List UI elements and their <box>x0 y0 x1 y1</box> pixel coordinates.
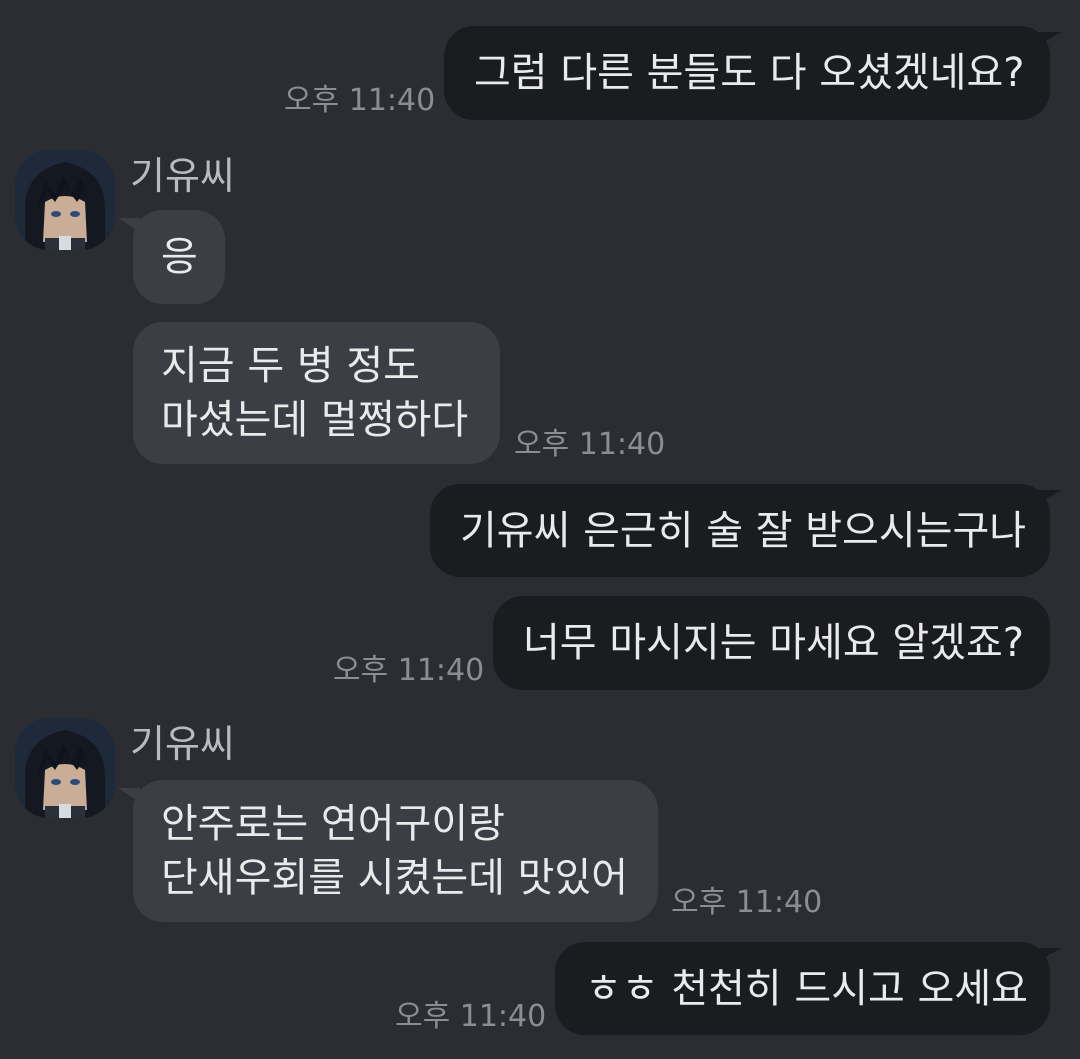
contact-avatar[interactable] <box>15 150 115 250</box>
incoming-message-bubble[interactable]: 지금 두 병 정도 마셨는데 멀쩡하다 <box>133 322 500 464</box>
avatar-portrait-icon <box>15 150 115 250</box>
message-timestamp: 오후 11:40 <box>514 427 666 462</box>
outgoing-message-bubble[interactable]: 기유씨 은근히 술 잘 받으시는구나 <box>430 484 1050 577</box>
outgoing-message-bubble[interactable]: 너무 마시지는 마세요 알겠죠? <box>493 596 1050 690</box>
sender-name: 기유씨 <box>130 722 235 766</box>
bubble-tail <box>1036 948 1062 962</box>
contact-avatar[interactable] <box>15 718 115 818</box>
bubble-tail <box>118 788 140 802</box>
bubble-tail <box>118 218 140 232</box>
incoming-message-bubble[interactable]: 응 <box>133 210 225 304</box>
bubble-tail <box>1036 32 1062 46</box>
sender-name: 기유씨 <box>130 154 235 198</box>
outgoing-message-bubble[interactable]: ㅎㅎ 천천히 드시고 오세요 <box>555 942 1050 1035</box>
incoming-message-bubble[interactable]: 안주로는 연어구이랑 단새우회를 시켰는데 맛있어 <box>133 780 658 922</box>
avatar-portrait-icon <box>15 718 115 818</box>
message-timestamp: 오후 11:40 <box>284 83 436 118</box>
message-timestamp: 오후 11:40 <box>395 999 547 1034</box>
chat-thread[interactable]: 오후 11:40 그럼 다른 분들도 다 오셨겠네요? 기유씨 응 지금 두 병… <box>0 0 1080 1059</box>
bubble-tail <box>1036 490 1062 504</box>
outgoing-message-bubble[interactable]: 그럼 다른 분들도 다 오셨겠네요? <box>444 26 1050 120</box>
message-timestamp: 오후 11:40 <box>671 885 823 920</box>
message-timestamp: 오후 11:40 <box>333 653 485 688</box>
